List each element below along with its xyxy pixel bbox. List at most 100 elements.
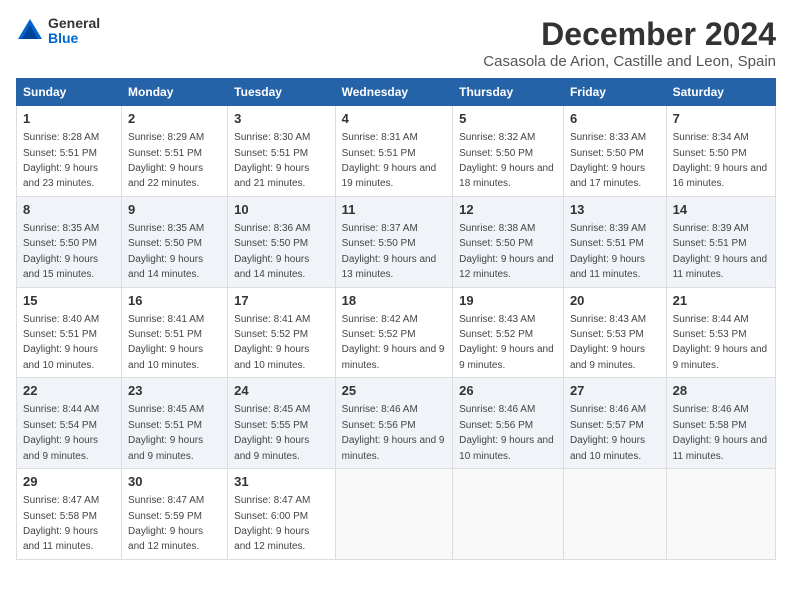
day-info: Sunrise: 8:46 AMSunset: 5:57 PMDaylight:… [570, 404, 646, 461]
weekday-header-row: SundayMondayTuesdayWednesdayThursdayFrid… [17, 79, 776, 106]
location-title: Casasola de Arion, Castille and Leon, Sp… [483, 53, 776, 70]
day-info: Sunrise: 8:40 AMSunset: 5:51 PMDaylight:… [23, 314, 99, 371]
calendar-cell [563, 469, 666, 560]
day-info: Sunrise: 8:39 AMSunset: 5:51 PMDaylight:… [570, 223, 646, 280]
calendar-cell: 19 Sunrise: 8:43 AMSunset: 5:52 PMDayligh… [453, 287, 564, 378]
weekday-header-tuesday: Tuesday [228, 79, 335, 106]
calendar-cell: 23 Sunrise: 8:45 AMSunset: 5:51 PMDayligh… [122, 378, 228, 469]
day-info: Sunrise: 8:31 AMSunset: 5:51 PMDaylight:… [342, 132, 437, 189]
calendar-cell: 6Sunrise: 8:33 AMSunset: 5:50 PMDaylight… [563, 106, 666, 197]
day-info: Sunrise: 8:46 AMSunset: 5:56 PMDaylight:… [342, 404, 445, 461]
page-header: General Blue December 2024 Casasola de A… [16, 16, 776, 70]
day-number: 19 [459, 292, 557, 310]
day-number: 8 [23, 201, 115, 219]
calendar-cell: 9 Sunrise: 8:35 AMSunset: 5:50 PMDaylight… [122, 196, 228, 287]
day-number: 7 [673, 110, 769, 128]
day-info: Sunrise: 8:44 AMSunset: 5:54 PMDaylight:… [23, 404, 99, 461]
calendar-cell: 16 Sunrise: 8:41 AMSunset: 5:51 PMDayligh… [122, 287, 228, 378]
day-number: 16 [128, 292, 221, 310]
calendar-week-5: 29 Sunrise: 8:47 AMSunset: 5:58 PMDayligh… [17, 469, 776, 560]
day-number: 26 [459, 382, 557, 400]
weekday-header-saturday: Saturday [666, 79, 775, 106]
logo-line2: Blue [48, 31, 100, 46]
day-number: 9 [128, 201, 221, 219]
weekday-header-thursday: Thursday [453, 79, 564, 106]
calendar-cell: 12Sunrise: 8:38 AMSunset: 5:50 PMDayligh… [453, 196, 564, 287]
day-number: 10 [234, 201, 328, 219]
logo-icon [16, 17, 44, 45]
day-info: Sunrise: 8:35 AMSunset: 5:50 PMDaylight:… [128, 223, 204, 280]
calendar-cell: 26 Sunrise: 8:46 AMSunset: 5:56 PMDayligh… [453, 378, 564, 469]
weekday-header-sunday: Sunday [17, 79, 122, 106]
calendar-table: SundayMondayTuesdayWednesdayThursdayFrid… [16, 78, 776, 560]
calendar-cell: 24Sunrise: 8:45 AMSunset: 5:55 PMDayligh… [228, 378, 335, 469]
day-number: 31 [234, 473, 328, 491]
day-info: Sunrise: 8:47 AMSunset: 6:00 PMDaylight:… [234, 495, 310, 552]
calendar-week-4: 22 Sunrise: 8:44 AMSunset: 5:54 PMDayligh… [17, 378, 776, 469]
calendar-header: SundayMondayTuesdayWednesdayThursdayFrid… [17, 79, 776, 106]
weekday-header-monday: Monday [122, 79, 228, 106]
calendar-cell: 7 Sunrise: 8:34 AMSunset: 5:50 PMDaylight… [666, 106, 775, 197]
day-number: 25 [342, 382, 447, 400]
calendar-cell: 14 Sunrise: 8:39 AMSunset: 5:51 PMDayligh… [666, 196, 775, 287]
day-number: 21 [673, 292, 769, 310]
calendar-cell: 27 Sunrise: 8:46 AMSunset: 5:57 PMDayligh… [563, 378, 666, 469]
calendar-cell: 20Sunrise: 8:43 AMSunset: 5:53 PMDayligh… [563, 287, 666, 378]
calendar-week-2: 8 Sunrise: 8:35 AMSunset: 5:50 PMDaylight… [17, 196, 776, 287]
calendar-cell: 18 Sunrise: 8:42 AMSunset: 5:52 PMDayligh… [335, 287, 453, 378]
day-number: 13 [570, 201, 660, 219]
day-number: 28 [673, 382, 769, 400]
day-number: 27 [570, 382, 660, 400]
logo-text: General Blue [48, 16, 100, 47]
calendar-cell: 11Sunrise: 8:37 AMSunset: 5:50 PMDayligh… [335, 196, 453, 287]
day-info: Sunrise: 8:47 AMSunset: 5:59 PMDaylight:… [128, 495, 204, 552]
calendar-cell [666, 469, 775, 560]
day-number: 22 [23, 382, 115, 400]
day-number: 23 [128, 382, 221, 400]
calendar-week-3: 15Sunrise: 8:40 AMSunset: 5:51 PMDayligh… [17, 287, 776, 378]
day-number: 18 [342, 292, 447, 310]
calendar-cell: 30Sunrise: 8:47 AMSunset: 5:59 PMDayligh… [122, 469, 228, 560]
day-number: 2 [128, 110, 221, 128]
day-info: Sunrise: 8:41 AMSunset: 5:51 PMDaylight:… [128, 314, 204, 371]
calendar-cell: 25 Sunrise: 8:46 AMSunset: 5:56 PMDayligh… [335, 378, 453, 469]
day-number: 3 [234, 110, 328, 128]
calendar-cell: 5Sunrise: 8:32 AMSunset: 5:50 PMDaylight… [453, 106, 564, 197]
day-info: Sunrise: 8:46 AMSunset: 5:58 PMDaylight:… [673, 404, 768, 461]
day-info: Sunrise: 8:41 AMSunset: 5:52 PMDaylight:… [234, 314, 310, 371]
calendar-cell: 22 Sunrise: 8:44 AMSunset: 5:54 PMDayligh… [17, 378, 122, 469]
calendar-cell: 28 Sunrise: 8:46 AMSunset: 5:58 PMDayligh… [666, 378, 775, 469]
day-info: Sunrise: 8:47 AMSunset: 5:58 PMDaylight:… [23, 495, 99, 552]
day-info: Sunrise: 8:46 AMSunset: 5:56 PMDaylight:… [459, 404, 554, 461]
calendar-cell: 15Sunrise: 8:40 AMSunset: 5:51 PMDayligh… [17, 287, 122, 378]
logo-line1: General [48, 16, 100, 31]
calendar-cell: 2Sunrise: 8:29 AMSunset: 5:51 PMDaylight… [122, 106, 228, 197]
calendar-cell: 8 Sunrise: 8:35 AMSunset: 5:50 PMDaylight… [17, 196, 122, 287]
calendar-cell: 29 Sunrise: 8:47 AMSunset: 5:58 PMDayligh… [17, 469, 122, 560]
day-info: Sunrise: 8:44 AMSunset: 5:53 PMDaylight:… [673, 314, 768, 371]
calendar-cell [335, 469, 453, 560]
day-info: Sunrise: 8:43 AMSunset: 5:52 PMDaylight:… [459, 314, 554, 371]
title-section: December 2024 Casasola de Arion, Castill… [483, 16, 776, 70]
day-info: Sunrise: 8:42 AMSunset: 5:52 PMDaylight:… [342, 314, 445, 371]
day-info: Sunrise: 8:37 AMSunset: 5:50 PMDaylight:… [342, 223, 437, 280]
day-info: Sunrise: 8:45 AMSunset: 5:51 PMDaylight:… [128, 404, 204, 461]
day-number: 24 [234, 382, 328, 400]
calendar-cell: 21 Sunrise: 8:44 AMSunset: 5:53 PMDayligh… [666, 287, 775, 378]
weekday-header-friday: Friday [563, 79, 666, 106]
day-info: Sunrise: 8:30 AMSunset: 5:51 PMDaylight:… [234, 132, 310, 189]
month-title: December 2024 [483, 16, 776, 53]
day-info: Sunrise: 8:34 AMSunset: 5:50 PMDaylight:… [673, 132, 768, 189]
calendar-cell: 17Sunrise: 8:41 AMSunset: 5:52 PMDayligh… [228, 287, 335, 378]
day-info: Sunrise: 8:35 AMSunset: 5:50 PMDaylight:… [23, 223, 99, 280]
day-number: 29 [23, 473, 115, 491]
day-number: 20 [570, 292, 660, 310]
day-info: Sunrise: 8:32 AMSunset: 5:50 PMDaylight:… [459, 132, 554, 189]
day-number: 14 [673, 201, 769, 219]
day-number: 6 [570, 110, 660, 128]
day-info: Sunrise: 8:39 AMSunset: 5:51 PMDaylight:… [673, 223, 768, 280]
calendar-cell: 31 Sunrise: 8:47 AMSunset: 6:00 PMDayligh… [228, 469, 335, 560]
calendar-cell: 10Sunrise: 8:36 AMSunset: 5:50 PMDayligh… [228, 196, 335, 287]
day-info: Sunrise: 8:28 AMSunset: 5:51 PMDaylight:… [23, 132, 99, 189]
calendar-cell: 1Sunrise: 8:28 AMSunset: 5:51 PMDaylight… [17, 106, 122, 197]
